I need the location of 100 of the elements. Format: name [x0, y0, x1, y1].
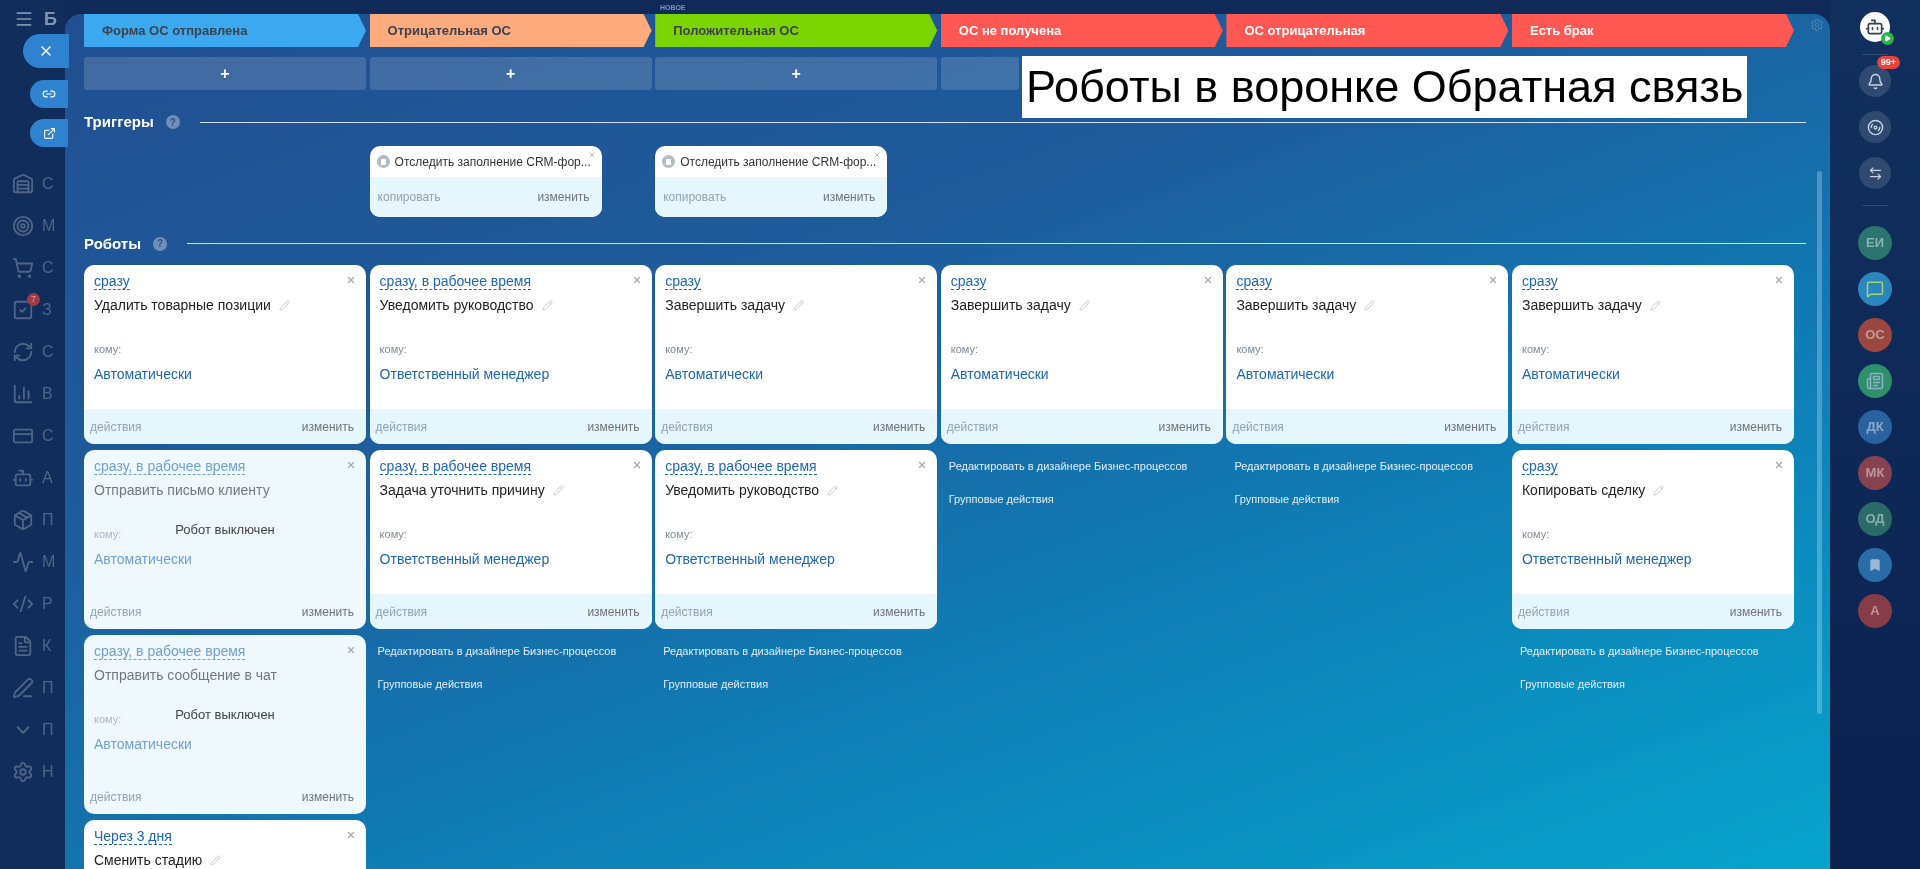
pencil-icon[interactable]: [793, 300, 805, 311]
delay-link[interactable]: сразу: [950, 273, 987, 290]
recipient-link[interactable]: Ответственный менеджер: [665, 551, 835, 567]
recipient-link[interactable]: Ответственный менеджер: [379, 366, 550, 382]
panel-link[interactable]: Редактировать в дизайнере Бизнес-процессов: [663, 643, 938, 660]
actions-link[interactable]: действия: [661, 417, 713, 436]
panel-link[interactable]: Групповые действия: [663, 675, 938, 692]
robot-card[interactable]: сразу Завершить задачу кому: Автоматически действия изменить: [940, 265, 1223, 444]
delay-link[interactable]: сразу: [94, 273, 130, 290]
add-stage-button[interactable]: +: [369, 57, 652, 90]
sidebar-item[interactable]: М: [0, 205, 65, 247]
close-icon[interactable]: [346, 830, 356, 840]
recipient-link[interactable]: Автоматически: [950, 366, 1049, 382]
robot-card[interactable]: сразу Завершить задачу кому: Автоматически действия изменить: [655, 265, 938, 444]
close-button[interactable]: [23, 34, 69, 68]
sidebar-item[interactable]: П: [0, 499, 65, 541]
user-avatar[interactable]: ЕИ: [1858, 226, 1892, 260]
actions-link[interactable]: действия: [946, 417, 999, 436]
robot-card[interactable]: сразу Удалить товарные позиции кому: Автоматически действия изменить: [84, 265, 366, 444]
recipient-link[interactable]: Автоматически: [94, 366, 192, 382]
recipient-link[interactable]: Автоматически: [1521, 366, 1620, 382]
edit-link[interactable]: изменить: [587, 602, 640, 621]
edit-link[interactable]: изменить: [1729, 602, 1782, 621]
pencil-icon[interactable]: [1649, 300, 1661, 311]
stage-bar[interactable]: ОС не получена: [940, 14, 1223, 47]
panel-link[interactable]: Редактировать в дизайнере Бизнес-процессов: [377, 643, 652, 660]
close-icon[interactable]: [631, 460, 642, 470]
document-avatar[interactable]: [1858, 364, 1892, 398]
edit-link[interactable]: изменить: [1444, 417, 1497, 436]
recipient-link[interactable]: Ответственный менеджер: [1521, 551, 1692, 567]
close-icon[interactable]: [873, 150, 882, 159]
sidebar-item[interactable]: 7 З: [0, 289, 65, 331]
close-icon[interactable]: [631, 275, 642, 285]
user-avatar[interactable]: ОС: [1858, 318, 1892, 352]
actions-link[interactable]: действия: [1232, 417, 1284, 436]
pencil-icon[interactable]: [1078, 300, 1090, 311]
close-icon[interactable]: [1202, 275, 1213, 285]
sidebar-item[interactable]: К: [0, 625, 65, 667]
panel-link[interactable]: Групповые действия: [1234, 490, 1509, 507]
copy-link[interactable]: копировать: [377, 187, 441, 206]
open-new-window-button[interactable]: [30, 119, 68, 147]
delay-link[interactable]: сразу: [1521, 458, 1558, 475]
target-icon[interactable]: [1859, 111, 1891, 143]
edit-link[interactable]: изменить: [1158, 417, 1211, 436]
sidebar-item[interactable]: В: [0, 373, 65, 415]
sidebar-item[interactable]: М: [0, 541, 65, 583]
close-icon[interactable]: [917, 275, 928, 285]
user-avatar[interactable]: ОД: [1858, 502, 1892, 536]
panel-link[interactable]: Групповые действия: [948, 490, 1223, 507]
close-icon[interactable]: [1773, 275, 1784, 285]
delay-link[interactable]: сразу: [665, 273, 701, 290]
pencil-icon[interactable]: [278, 300, 290, 311]
user-avatar[interactable]: ДК: [1858, 410, 1892, 444]
sidebar-item[interactable]: С: [0, 331, 65, 373]
panel-link[interactable]: Редактировать в дизайнере Бизнес-процессов: [1519, 643, 1794, 660]
sidebar-item[interactable]: С: [0, 415, 65, 457]
stage-bar[interactable]: Есть брак: [1511, 14, 1794, 47]
delay-link[interactable]: сразу, в рабочее время: [379, 458, 532, 475]
edit-link[interactable]: изменить: [587, 417, 640, 436]
delay-link[interactable]: Через 3 дня: [94, 828, 172, 845]
pencil-icon[interactable]: [827, 485, 839, 496]
panel-link[interactable]: Групповые действия: [1519, 675, 1794, 692]
actions-link[interactable]: действия: [661, 602, 713, 621]
stage-bar[interactable]: ОС отрицательная: [1226, 14, 1509, 47]
close-icon[interactable]: [1773, 460, 1784, 470]
actions-link[interactable]: действия: [375, 417, 428, 436]
copy-link[interactable]: копировать: [663, 187, 727, 206]
robot-card[interactable]: сразу Завершить задачу кому: Автоматически действия изменить: [1511, 265, 1794, 444]
bookmark-avatar[interactable]: [1858, 548, 1892, 582]
add-stage-button[interactable]: +: [655, 57, 938, 90]
sidebar-item[interactable]: П: [0, 667, 65, 709]
notifications-button[interactable]: [1859, 65, 1891, 97]
actions-link[interactable]: действия: [375, 602, 428, 621]
delay-link[interactable]: сразу: [1236, 273, 1273, 290]
robot-card[interactable]: сразу Завершить задачу кому: Автоматически действия изменить: [1226, 265, 1509, 444]
trigger-card[interactable]: Отследить заполнение CRM-фор... копировать изменить: [655, 145, 888, 217]
user-avatar[interactable]: А: [1858, 594, 1892, 628]
close-icon[interactable]: [587, 150, 596, 159]
panel-link[interactable]: Редактировать в дизайнере Бизнес-процессов: [948, 458, 1223, 475]
pencil-icon[interactable]: [552, 485, 564, 496]
robot-card[interactable]: сразу, в рабочее время Уведомить руководство кому: Ответственный менеджер действия изменить: [369, 265, 652, 444]
sidebar-item[interactable]: С: [0, 163, 65, 205]
stage-bar[interactable]: Форма ОС отправлена: [84, 14, 366, 47]
delay-link[interactable]: сразу, в рабочее время: [665, 458, 817, 475]
help-icon[interactable]: ?: [153, 236, 167, 251]
panel-link[interactable]: Групповые действия: [377, 675, 652, 692]
recipient-link[interactable]: Ответственный менеджер: [379, 551, 550, 567]
robot-card[interactable]: сразу Копировать сделку кому: Ответственный менеджер действия изменить: [1511, 450, 1794, 629]
actions-link[interactable]: действия: [1517, 602, 1570, 621]
edit-link[interactable]: изменить: [872, 602, 926, 621]
chat-avatar[interactable]: [1858, 272, 1892, 306]
user-avatar[interactable]: МК: [1858, 456, 1892, 490]
sidebar-item[interactable]: С: [0, 247, 65, 289]
stage-bar[interactable]: Отрицательная ОС: [369, 14, 652, 47]
copy-link-button[interactable]: [30, 80, 68, 108]
sidebar-item[interactable]: Н: [0, 751, 65, 793]
stage-bar[interactable]: Положительная ОС: [655, 14, 938, 47]
add-stage-button[interactable]: +: [84, 57, 366, 90]
actions-link[interactable]: действия: [1517, 417, 1570, 436]
robot-card[interactable]: сразу, в рабочее время Уведомить руководство кому: Ответственный менеджер действия изменить: [655, 450, 938, 629]
